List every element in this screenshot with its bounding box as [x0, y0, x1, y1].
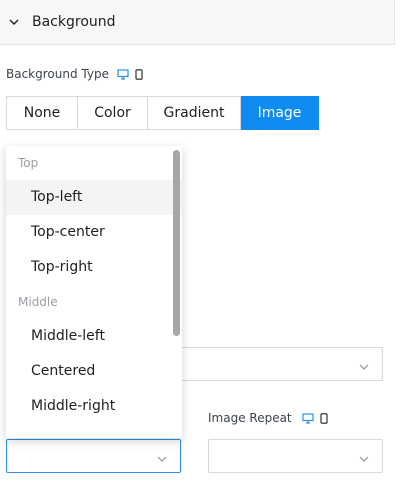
dropdown-group-label: Middle	[18, 295, 58, 309]
option-middle-left[interactable]: Middle-left	[6, 319, 182, 354]
bg-type-image-button[interactable]: Image	[241, 96, 319, 130]
bg-type-none-button[interactable]: None	[6, 96, 78, 130]
desktop-icon[interactable]	[302, 412, 314, 424]
image-position-select[interactable]	[6, 439, 181, 473]
option-top-left[interactable]: Top-left	[6, 180, 182, 215]
image-repeat-label: Image Repeat	[208, 411, 292, 425]
background-panel-header[interactable]: Background	[0, 0, 395, 45]
chevron-down-icon	[358, 450, 370, 462]
mobile-icon[interactable]	[320, 412, 328, 424]
chevron-down-icon	[358, 358, 370, 370]
image-position-dropdown: Top Top-left Top-center Top-right Middle…	[6, 146, 182, 438]
background-type-label: Background Type	[6, 67, 109, 81]
option-middle-right[interactable]: Middle-right	[6, 389, 182, 424]
bg-type-color-button[interactable]: Color	[78, 96, 148, 130]
image-repeat-label-row: Image Repeat	[208, 411, 328, 425]
dropdown-scrollbar[interactable]	[173, 150, 180, 336]
desktop-icon[interactable]	[117, 68, 129, 80]
chevron-down-icon	[8, 16, 20, 28]
background-type-segmented-control: None Color Gradient Image	[6, 96, 319, 130]
option-top-center[interactable]: Top-center	[6, 215, 182, 250]
background-type-label-row: Background Type	[6, 67, 143, 81]
chevron-down-icon	[156, 450, 168, 462]
image-repeat-select[interactable]	[208, 439, 383, 473]
dropdown-group-label: Top	[18, 156, 39, 170]
option-centered[interactable]: Centered	[6, 354, 182, 389]
mobile-icon[interactable]	[135, 68, 143, 80]
panel-title: Background	[32, 14, 116, 30]
option-top-right[interactable]: Top-right	[6, 250, 182, 285]
bg-type-gradient-button[interactable]: Gradient	[148, 96, 241, 130]
